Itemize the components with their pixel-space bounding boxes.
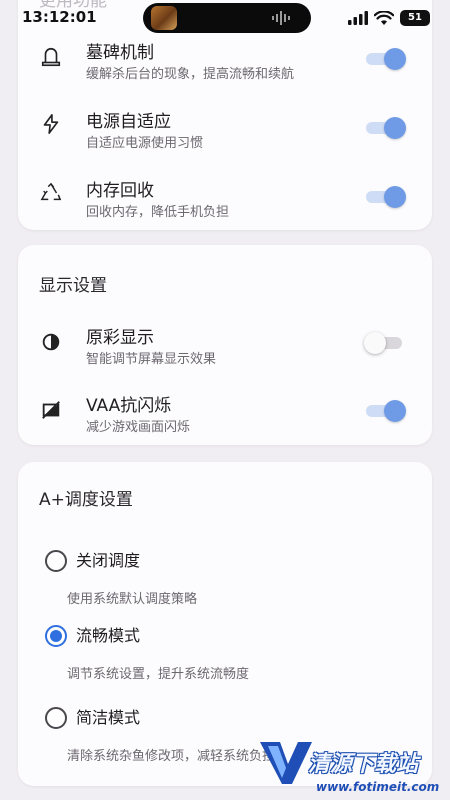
display-settings-title: 显示设置 bbox=[39, 276, 107, 296]
app-thumbnail-icon bbox=[151, 6, 177, 30]
status-bar: 13:12:01 51 bbox=[0, 0, 450, 36]
color-display-toggle[interactable] bbox=[364, 332, 406, 354]
color-display-row[interactable]: 原彩显示 智能调节屏幕显示效果 bbox=[18, 323, 432, 383]
anti-flicker-title: VAA抗闪烁 bbox=[86, 396, 172, 416]
tombstone-title: 墓碑机制 bbox=[86, 43, 154, 63]
radio-smooth[interactable] bbox=[45, 625, 67, 647]
display-settings-card: 显示设置 原彩显示 智能调节屏幕显示效果 VAA抗闪烁 减少游戏画面闪烁 bbox=[18, 245, 432, 445]
radio-clean[interactable] bbox=[45, 707, 67, 729]
watermark: 清源下载站 www.fotimeit.com bbox=[258, 738, 439, 800]
color-display-desc: 智能调节屏幕显示效果 bbox=[86, 352, 217, 367]
scheduling-option-smooth[interactable]: 流畅模式 调节系统设置，提升系统流畅度 bbox=[18, 625, 432, 685]
tombstone-toggle[interactable] bbox=[366, 48, 406, 70]
color-display-title: 原彩显示 bbox=[86, 328, 154, 348]
anti-flicker-row[interactable]: VAA抗闪烁 减少游戏画面闪烁 bbox=[18, 391, 432, 451]
tombstone-desc: 缓解杀后台的现象，提高流畅和续航 bbox=[86, 67, 295, 82]
flicker-off-icon bbox=[42, 401, 60, 419]
scheduling-option-off-label: 关闭调度 bbox=[76, 551, 141, 570]
scheduling-option-off[interactable]: 关闭调度 使用系统默认调度策略 bbox=[18, 550, 432, 610]
tombstone-row[interactable]: 墓碑机制 缓解杀后台的现象，提高流畅和续航 bbox=[18, 38, 432, 98]
memory-recycle-row[interactable]: 内存回收 回收内存，降低手机负担 bbox=[18, 176, 432, 236]
scheduling-option-smooth-desc: 调节系统设置，提升系统流畅度 bbox=[67, 667, 250, 682]
recycle-icon bbox=[40, 182, 62, 201]
scheduling-option-smooth-label: 流畅模式 bbox=[76, 626, 141, 645]
memory-recycle-desc: 回收内存，降低手机负担 bbox=[86, 205, 230, 220]
status-indicators: 51 bbox=[348, 9, 430, 27]
memory-recycle-toggle[interactable] bbox=[366, 186, 406, 208]
radio-off[interactable] bbox=[45, 550, 67, 572]
signal-icon bbox=[348, 11, 368, 25]
anti-flicker-desc: 减少游戏画面闪烁 bbox=[86, 420, 191, 435]
power-adaptive-toggle[interactable] bbox=[366, 117, 406, 139]
scheduling-option-clean-label: 简洁模式 bbox=[76, 708, 141, 727]
power-adaptive-desc: 自适应电源使用习惯 bbox=[86, 136, 204, 151]
contrast-icon bbox=[42, 333, 60, 351]
battery-icon: 51 bbox=[400, 10, 430, 26]
lightning-icon bbox=[43, 114, 59, 134]
power-adaptive-title: 电源自适应 bbox=[86, 112, 171, 132]
anti-flicker-toggle[interactable] bbox=[366, 400, 406, 422]
power-adaptive-row[interactable]: 电源自适应 自适应电源使用习惯 bbox=[18, 107, 432, 167]
scheduling-title: A+调度设置 bbox=[39, 490, 133, 510]
wifi-icon bbox=[374, 10, 394, 25]
memory-recycle-title: 内存回收 bbox=[86, 181, 154, 201]
audio-wave-icon bbox=[272, 11, 290, 25]
watermark-url: www.fotimeit.com bbox=[316, 780, 440, 794]
scheduling-option-off-desc: 使用系统默认调度策略 bbox=[67, 592, 198, 607]
tombstone-icon bbox=[41, 48, 61, 67]
scheduling-option-clean-desc: 清除系统杂鱼修改项，减轻系统负担 bbox=[67, 749, 276, 764]
watermark-logo-icon bbox=[260, 742, 312, 784]
watermark-brand: 清源下载站 bbox=[308, 752, 419, 777]
status-time: 13:12:01 bbox=[22, 8, 97, 26]
dynamic-island[interactable] bbox=[143, 3, 311, 33]
